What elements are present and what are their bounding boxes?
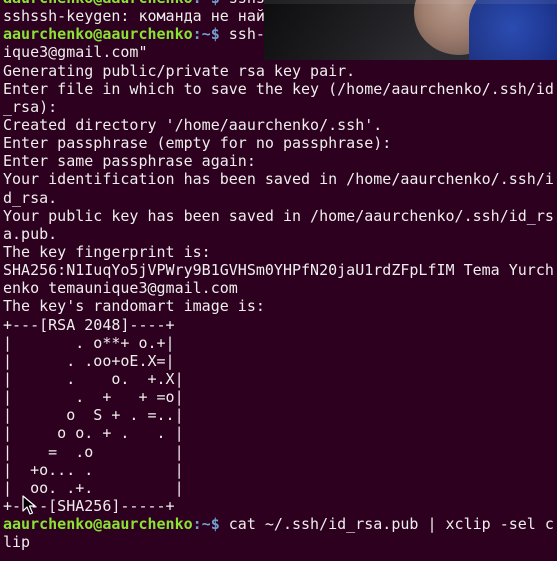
output-line: Enter passphrase (empty for no passphras… xyxy=(3,134,392,153)
output-line: +---[RSA 2048]----+ xyxy=(3,315,175,334)
output-line: enko temaunique3@gmail.com xyxy=(3,279,238,298)
prompt-path: :~$ xyxy=(192,515,220,534)
terminal-output: aaurchenko@aaurchenko:~$ sshssshssh-keyg… xyxy=(3,0,554,551)
command-text: cat ~/.ssh/id_rsa.pub | xclip -sel c xyxy=(219,515,554,534)
webcam-shade xyxy=(264,0,557,60)
output-line: | +o... . | xyxy=(3,460,184,479)
prompt-user: aaurchenko@aaurchenko xyxy=(3,25,193,44)
output-line: The key fingerprint is: xyxy=(3,242,211,261)
output-line: +----[SHA256]-----+ xyxy=(3,496,175,515)
output-line: The key's randomart image is: xyxy=(3,297,265,316)
output-line: a.pub. xyxy=(3,224,58,243)
output-line: Enter same passphrase again: xyxy=(3,152,256,171)
output-line: | = .o | xyxy=(3,442,184,461)
output-line: _rsa): xyxy=(3,97,58,116)
prompt-line: aaurchenko@aaurchenko:~$ cat ~/.ssh/id_r… xyxy=(3,515,554,533)
mouse-pointer-icon xyxy=(22,495,36,515)
prompt-path: :~$ xyxy=(192,25,220,44)
output-line: Your identification has been saved in /h… xyxy=(3,170,554,189)
output-line: | oo. .+. | xyxy=(3,478,184,497)
output-line: | o S + . =..| xyxy=(3,406,184,425)
output-line: lip xyxy=(3,533,31,552)
output-line: Your public key has been saved in /home/… xyxy=(3,206,554,225)
command-text: ssh- xyxy=(219,25,265,44)
output-line: Enter file in which to save the key (/ho… xyxy=(3,79,554,98)
output-line: | o o. + . . | xyxy=(3,424,184,443)
output-line: | . .oo+oE.X=| xyxy=(3,351,175,370)
output-line: Generating public/private rsa key pair. xyxy=(3,61,356,80)
webcam-top-edge xyxy=(264,0,557,4)
output-line: | . + + =o| xyxy=(3,388,184,407)
output-line: SHA256:N1IuqYo5jVPWry9B1GVHSm0YHPfN20jaU… xyxy=(3,261,554,280)
output-line: Created directory '/home/aaurchenko/.ssh… xyxy=(3,115,383,134)
output-line: | . o**+ o.+| xyxy=(3,333,175,352)
output-line: | . o. +.X| xyxy=(3,369,184,388)
webcam-overlay xyxy=(264,0,557,60)
prompt-path: :~$ xyxy=(193,0,220,7)
prompt-user: aaurchenko@aaurchenko xyxy=(3,0,193,7)
terminal-window[interactable]: aaurchenko@aaurchenko:~$ sshssshssh-keyg… xyxy=(0,0,557,561)
command-text: sshs xyxy=(220,0,265,7)
prompt-user: aaurchenko@aaurchenko xyxy=(3,515,193,534)
output-line: d_rsa. xyxy=(3,188,58,207)
